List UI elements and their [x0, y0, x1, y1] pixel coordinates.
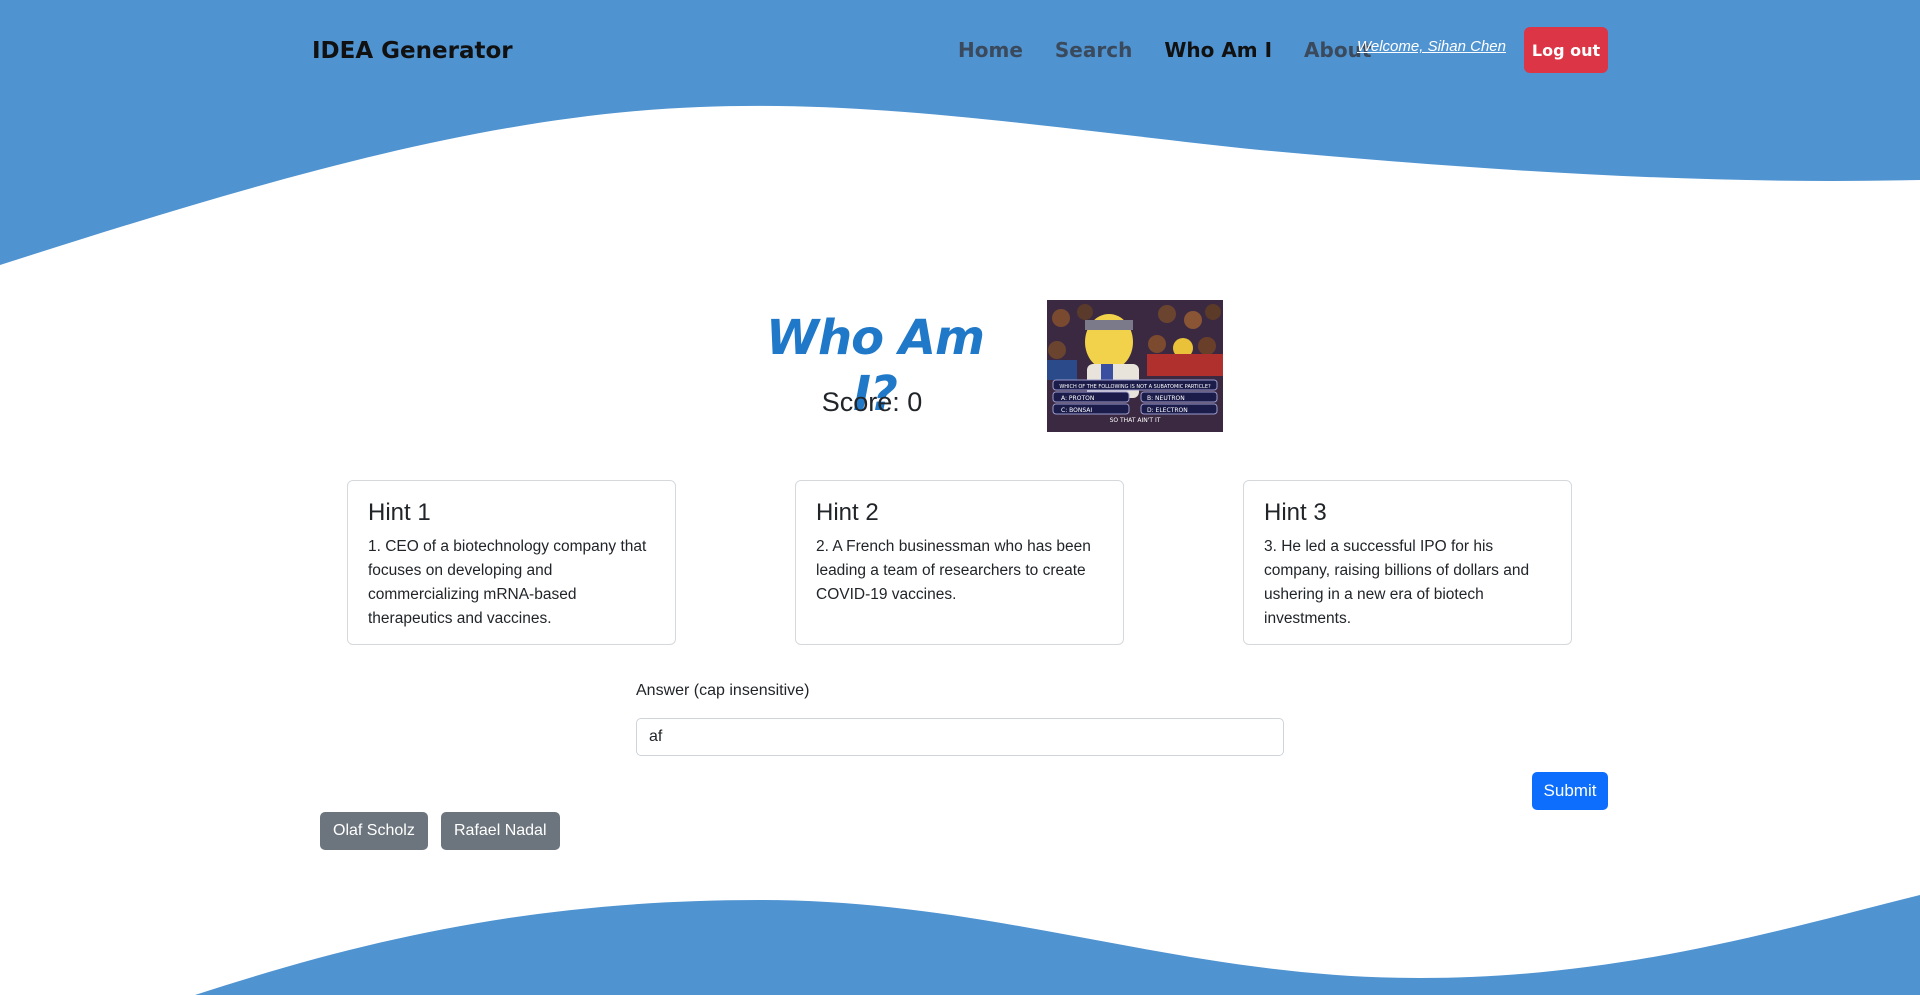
hint-title: Hint 1 [368, 499, 431, 526]
brand-logo[interactable]: IDEA Generator [312, 38, 513, 64]
nav-links: Home Search Who Am I About [958, 38, 1403, 62]
meme-question-text: WHICH OF THE FOLLOWING IS NOT A SUBATOMI… [1059, 384, 1211, 390]
answer-input[interactable] [636, 718, 1284, 756]
nav-home[interactable]: Home [958, 38, 1023, 62]
hint-card-2: Hint 2 2. A French businessman who has b… [795, 480, 1124, 645]
hint-text: 2. A French businessman who has been lea… [816, 538, 1091, 603]
hint-card-3: Hint 3 3. He led a successful IPO for hi… [1243, 480, 1572, 645]
bottom-wave-background [195, 895, 1920, 995]
nav-who-am-i[interactable]: Who Am I [1164, 38, 1272, 62]
hint-text: 3. He led a successful IPO for his compa… [1264, 538, 1530, 627]
answer-label: Answer (cap insensitive) [636, 682, 810, 699]
hint-card-1: Hint 1 1. CEO of a biotechnology company… [347, 480, 676, 645]
answer-chip-2[interactable]: Rafael Nadal [441, 812, 560, 850]
meme-option-b: B: NEUTRON [1147, 395, 1185, 402]
meme-option-a: A: PROTON [1061, 395, 1094, 402]
meme-option-c: C: BONSAI [1061, 407, 1092, 414]
hint-text: 1. CEO of a biotechnology company that f… [368, 538, 647, 627]
navbar: IDEA Generator Home Search Who Am I Abou… [0, 0, 1920, 100]
welcome-user-link[interactable]: Welcome, Sihan Chen [1357, 38, 1506, 55]
hint-title: Hint 3 [1264, 499, 1327, 526]
meme-option-d: D: ELECTRON [1147, 407, 1188, 414]
meme-caption: SO THAT AIN'T IT [1110, 417, 1161, 424]
answer-chip-1[interactable]: Olaf Scholz [320, 812, 428, 850]
score-display: Score: 0 [821, 387, 923, 417]
hint-title: Hint 2 [816, 499, 879, 526]
quiz-show-meme-image: WHICH OF THE FOLLOWING IS NOT A SUBATOMI… [1047, 300, 1223, 432]
nav-search[interactable]: Search [1055, 38, 1132, 62]
submit-button[interactable]: Submit [1532, 772, 1608, 810]
logout-button[interactable]: Log out [1524, 27, 1608, 73]
